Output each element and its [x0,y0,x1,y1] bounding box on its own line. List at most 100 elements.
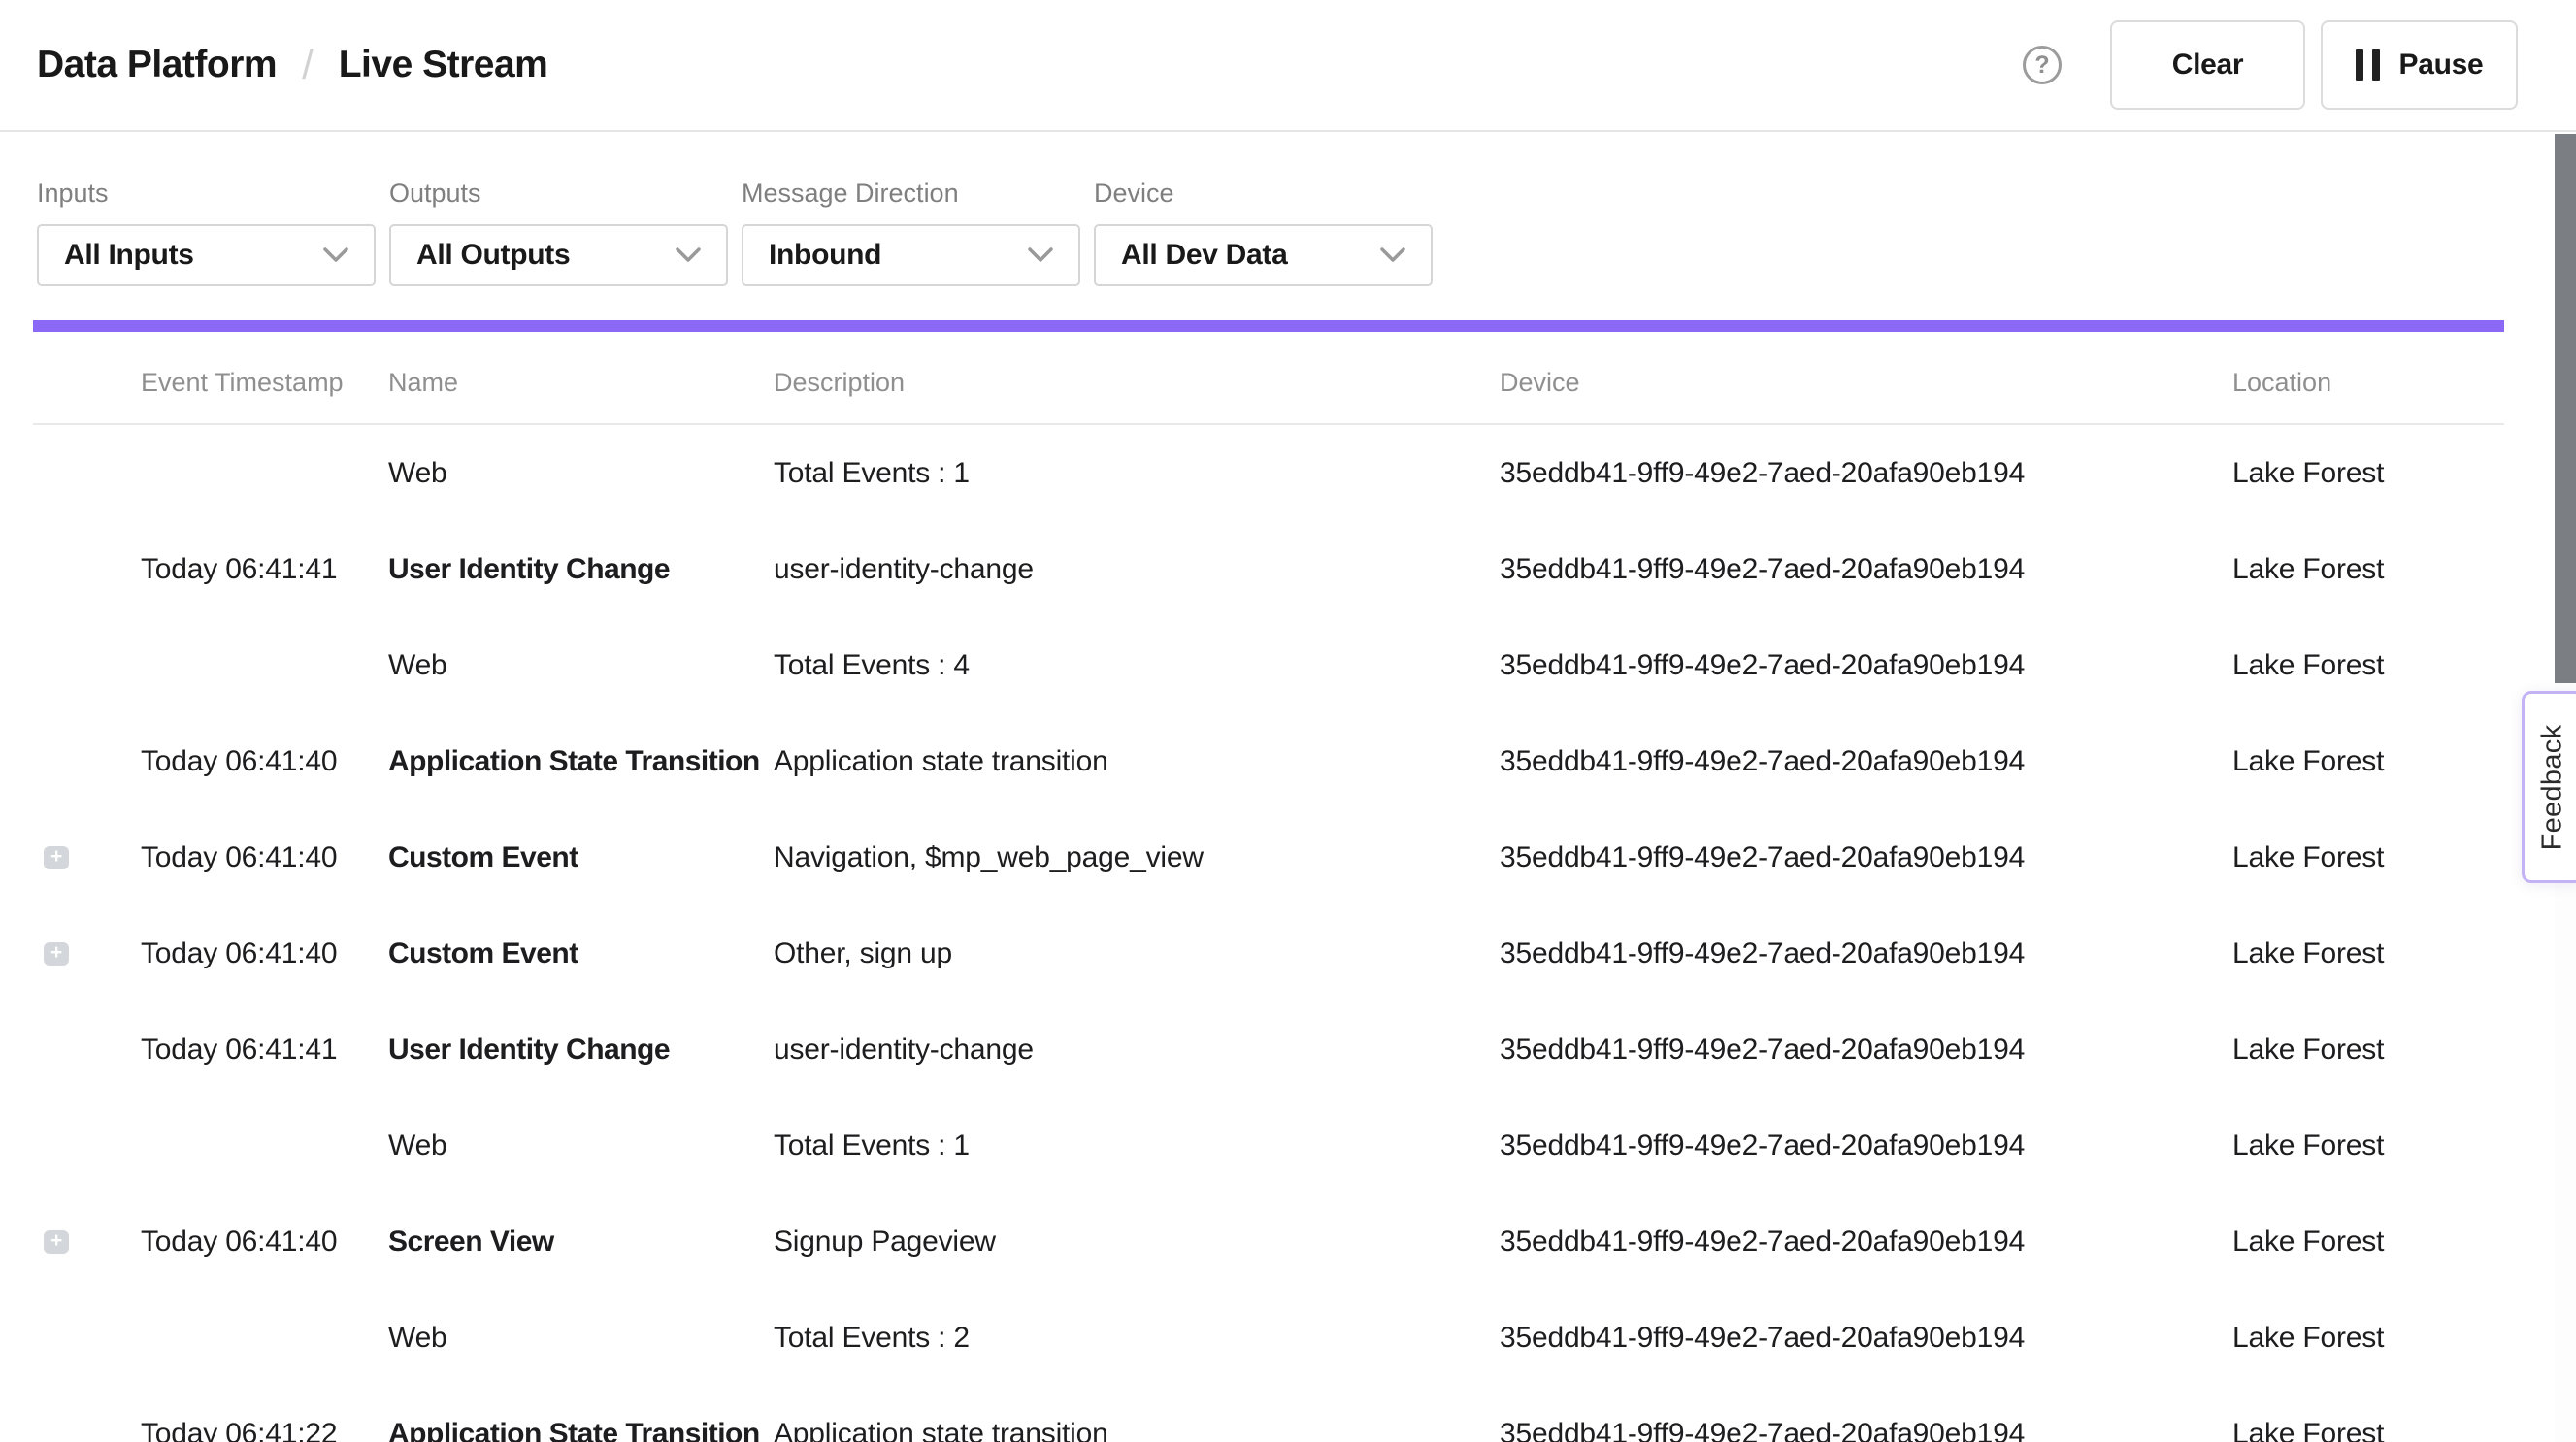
table-row[interactable]: + Today 06:41:40 Custom Event Navigation… [33,809,2504,905]
event-description-cell: user-identity-change [774,553,1500,586]
device-id-cell: 35eddb41-9ff9-49e2-7aed-20afa90eb194 [1500,457,2232,490]
chevron-down-icon [323,247,348,263]
expander-cell: + [33,1134,141,1158]
event-description-cell: user-identity-change [774,1033,1500,1066]
event-description-cell: Total Events : 4 [774,649,1500,682]
expander-cell: + [33,654,141,677]
expand-row-button[interactable]: + [44,942,69,966]
location-cell: Lake Forest [2232,1226,2504,1259]
location-cell: Lake Forest [2232,1322,2504,1355]
table-row[interactable]: + Web Total Events : 2 35eddb41-9ff9-49e… [33,1290,2504,1386]
location-cell: Lake Forest [2232,649,2504,682]
location-cell: Lake Forest [2232,1130,2504,1163]
message-direction-filter-label: Message Direction [742,179,1080,208]
table-row[interactable]: + Today 06:41:40 Application State Trans… [33,713,2504,809]
accent-bar [33,320,2504,332]
expander-cell: + [33,1230,141,1254]
table-body: + Web Total Events : 1 35eddb41-9ff9-49e… [33,425,2504,1442]
event-timestamp-cell: Today 06:41:41 [141,1033,388,1066]
event-timestamp-cell: Today 06:41:22 [141,1418,388,1442]
event-name-cell: Custom Event [388,937,774,970]
device-id-cell: 35eddb41-9ff9-49e2-7aed-20afa90eb194 [1500,1226,2232,1259]
event-name-cell: Web [388,1130,774,1163]
event-name-cell: Web [388,1322,774,1355]
location-cell: Lake Forest [2232,841,2504,874]
expander-cell: + [33,942,141,966]
outputs-filter-label: Outputs [389,179,728,208]
table-row[interactable]: + Today 06:41:41 User Identity Change us… [33,521,2504,617]
expander-cell: + [33,462,141,485]
pause-icon [2356,49,2380,81]
location-cell: Lake Forest [2232,745,2504,778]
expand-row-button[interactable]: + [44,846,69,869]
event-description-cell: Application state transition [774,745,1500,778]
event-timestamp-cell: Today 06:41:40 [141,745,388,778]
event-timestamp-cell: Today 06:41:41 [141,553,388,586]
column-header-location: Location [2232,368,2504,398]
event-description-cell: Application state transition [774,1418,1500,1442]
event-description-cell: Total Events : 1 [774,1130,1500,1163]
device-id-cell: 35eddb41-9ff9-49e2-7aed-20afa90eb194 [1500,1322,2232,1355]
event-description-cell: Navigation, $mp_web_page_view [774,841,1500,874]
event-name-cell: User Identity Change [388,553,774,586]
page-header: Data Platform / Live Stream ? Clear Paus… [0,0,2576,132]
plus-icon: + [50,846,62,867]
message-direction-select[interactable]: Inbound [742,224,1080,286]
outputs-select[interactable]: All Outputs [389,224,728,286]
plus-icon: + [50,1230,62,1251]
event-description-cell: Other, sign up [774,937,1500,970]
breadcrumb-separator: / [302,42,314,88]
device-id-cell: 35eddb41-9ff9-49e2-7aed-20afa90eb194 [1500,1033,2232,1066]
clear-button[interactable]: Clear [2110,20,2305,110]
breadcrumb: Data Platform / Live Stream [37,42,547,88]
device-select[interactable]: All Dev Data [1094,224,1433,286]
event-description-cell: Total Events : 1 [774,457,1500,490]
plus-icon: + [50,942,62,963]
chevron-down-icon [676,247,701,263]
pause-button[interactable]: Pause [2321,20,2518,110]
event-timestamp-cell: Today 06:41:40 [141,937,388,970]
table-row[interactable]: + Web Total Events : 1 35eddb41-9ff9-49e… [33,425,2504,521]
filter-outputs: Outputs All Outputs [389,134,728,286]
event-name-cell: Screen View [388,1226,774,1259]
device-select-value: All Dev Data [1121,239,1287,272]
table-row[interactable]: + Web Total Events : 1 35eddb41-9ff9-49e… [33,1098,2504,1194]
device-id-cell: 35eddb41-9ff9-49e2-7aed-20afa90eb194 [1500,1418,2232,1442]
message-direction-select-value: Inbound [769,239,881,272]
filter-device: Device All Dev Data [1094,134,1433,286]
event-name-cell: Web [388,649,774,682]
table-row[interactable]: + Today 06:41:40 Screen View Signup Page… [33,1194,2504,1290]
expander-cell: + [33,1423,141,1442]
column-header-event-timestamp: Event Timestamp [141,368,388,398]
device-id-cell: 35eddb41-9ff9-49e2-7aed-20afa90eb194 [1500,649,2232,682]
location-cell: Lake Forest [2232,457,2504,490]
location-cell: Lake Forest [2232,553,2504,586]
event-timestamp-cell: Today 06:41:40 [141,1226,388,1259]
expander-cell: + [33,750,141,773]
expand-row-button[interactable]: + [44,1230,69,1254]
table-row[interactable]: + Today 06:41:41 User Identity Change us… [33,1001,2504,1098]
breadcrumb-data-platform[interactable]: Data Platform [37,44,277,86]
location-cell: Lake Forest [2232,937,2504,970]
outputs-select-value: All Outputs [416,239,570,272]
event-description-cell: Signup Pageview [774,1226,1500,1259]
event-timestamp-cell: Today 06:41:40 [141,841,388,874]
chevron-down-icon [1380,247,1405,263]
table-row[interactable]: + Today 06:41:22 Application State Trans… [33,1386,2504,1442]
vertical-scrollbar-thumb[interactable] [2555,134,2576,683]
filter-inputs: Inputs All Inputs [37,134,376,286]
event-name-cell: Web [388,457,774,490]
table-row[interactable]: + Today 06:41:40 Custom Event Other, sig… [33,905,2504,1001]
page-title: Live Stream [339,44,548,86]
table-row[interactable]: + Web Total Events : 4 35eddb41-9ff9-49e… [33,617,2504,713]
chevron-down-icon [1028,247,1053,263]
device-id-cell: 35eddb41-9ff9-49e2-7aed-20afa90eb194 [1500,937,2232,970]
inputs-select[interactable]: All Inputs [37,224,376,286]
location-cell: Lake Forest [2232,1418,2504,1442]
pause-button-label: Pause [2399,49,2484,82]
feedback-tab[interactable]: Feedback [2522,691,2576,883]
help-icon[interactable]: ? [2023,46,2062,84]
device-id-cell: 35eddb41-9ff9-49e2-7aed-20afa90eb194 [1500,745,2232,778]
inputs-select-value: All Inputs [64,239,194,272]
live-stream-page: Data Platform / Live Stream ? Clear Paus… [0,0,2576,1442]
